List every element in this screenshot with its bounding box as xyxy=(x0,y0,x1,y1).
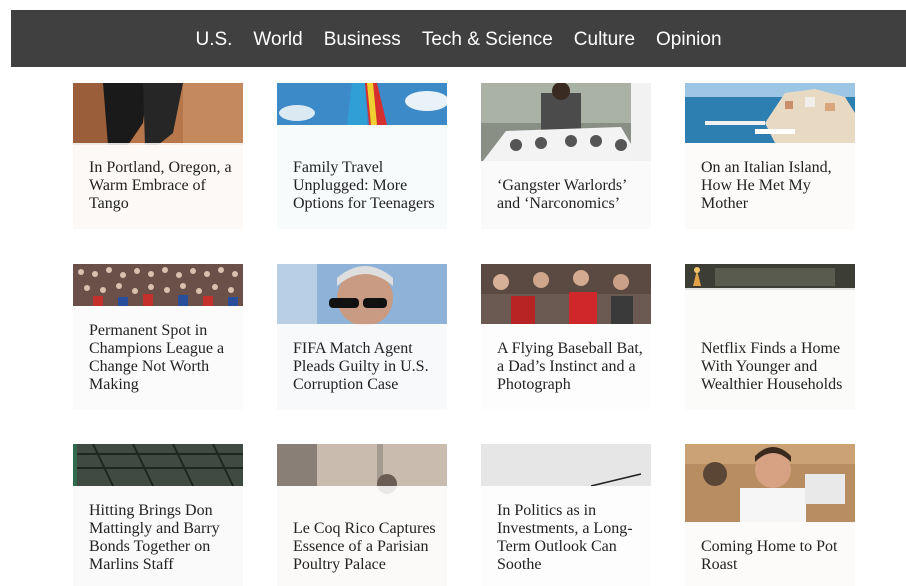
article-title: Hitting Brings Don Mattingly and Barry B… xyxy=(89,502,220,573)
card-caption: A Flying Baseball Bat, a Dad’s Instinct … xyxy=(481,324,651,410)
article-card-fifa-agent[interactable]: FIFA Match Agent Pleads Guilty in U.S. C… xyxy=(277,264,447,410)
article-card-italian-island[interactable]: On an Italian Island, How He Met My Moth… xyxy=(685,83,855,229)
article-card-politics-investments[interactable]: In Politics as in Investments, a Long-Te… xyxy=(481,444,651,586)
article-card-pot-roast[interactable]: Coming Home to Pot Roast xyxy=(685,444,855,586)
card-caption: Hitting Brings Don Mattingly and Barry B… xyxy=(73,486,243,586)
nav-item-business[interactable]: Business xyxy=(324,30,401,49)
article-title: Family Travel Unplugged: More Options fo… xyxy=(293,159,435,212)
section-navbar: U.S. World Business Tech & Science Cultu… xyxy=(11,10,906,67)
nav-item-us[interactable]: U.S. xyxy=(195,30,232,49)
card-caption: Coming Home to Pot Roast xyxy=(685,522,855,586)
article-card-family-travel[interactable]: Family Travel Unplugged: More Options fo… xyxy=(277,83,447,229)
article-title: A Flying Baseball Bat, a Dad’s Instinct … xyxy=(497,340,643,393)
article-title: Le Coq Rico Captures Essence of a Parisi… xyxy=(293,520,436,573)
article-title: ‘Gangster Warlords’ and ‘Narconomics’ xyxy=(497,177,627,212)
article-title: FIFA Match Agent Pleads Guilty in U.S. C… xyxy=(293,340,429,393)
article-title: In Politics as in Investments, a Long-Te… xyxy=(497,502,633,573)
article-title: Coming Home to Pot Roast xyxy=(701,538,838,573)
card-caption: On an Italian Island, How He Met My Moth… xyxy=(685,143,855,229)
article-card-le-coq-rico[interactable]: Le Coq Rico Captures Essence of a Parisi… xyxy=(277,444,447,586)
card-caption: Permanent Spot in Champions League a Cha… xyxy=(73,306,243,410)
nav-item-culture[interactable]: Culture xyxy=(574,30,635,49)
nav-item-world[interactable]: World xyxy=(253,30,302,49)
article-title: In Portland, Oregon, a Warm Embrace of T… xyxy=(89,159,232,212)
card-caption: ‘Gangster Warlords’ and ‘Narconomics’ xyxy=(481,161,651,229)
card-caption: FIFA Match Agent Pleads Guilty in U.S. C… xyxy=(277,324,447,410)
article-card-netflix[interactable]: Netflix Finds a Home With Younger and We… xyxy=(685,264,855,410)
article-card-champions-league[interactable]: Permanent Spot in Champions League a Cha… xyxy=(73,264,243,410)
nav-item-opinion[interactable]: Opinion xyxy=(656,30,722,49)
card-caption: Family Travel Unplugged: More Options fo… xyxy=(277,125,447,229)
card-caption: In Politics as in Investments, a Long-Te… xyxy=(481,486,651,586)
article-card-gangster-warlords[interactable]: ‘Gangster Warlords’ and ‘Narconomics’ xyxy=(481,83,651,229)
article-card-flying-bat[interactable]: A Flying Baseball Bat, a Dad’s Instinct … xyxy=(481,264,651,410)
article-title: On an Italian Island, How He Met My Moth… xyxy=(701,159,832,212)
nav-item-tech-science[interactable]: Tech & Science xyxy=(422,30,553,49)
article-card-marlins[interactable]: Hitting Brings Don Mattingly and Barry B… xyxy=(73,444,243,586)
article-title: Netflix Finds a Home With Younger and We… xyxy=(701,340,843,393)
card-caption: Le Coq Rico Captures Essence of a Parisi… xyxy=(277,486,447,586)
article-card-portland-tango[interactable]: In Portland, Oregon, a Warm Embrace of T… xyxy=(73,83,243,229)
card-caption: Netflix Finds a Home With Younger and We… xyxy=(685,288,855,410)
article-title: Permanent Spot in Champions League a Cha… xyxy=(89,322,225,393)
card-caption: In Portland, Oregon, a Warm Embrace of T… xyxy=(73,143,243,229)
